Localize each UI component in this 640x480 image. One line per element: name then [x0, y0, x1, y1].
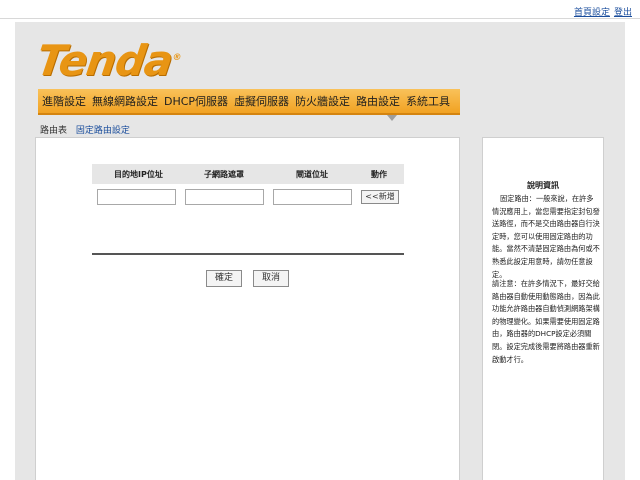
subnav-routing-table[interactable]: 路由表 — [40, 126, 67, 136]
destination-ip-input[interactable] — [97, 189, 176, 205]
logout-link[interactable]: 登出 — [614, 8, 632, 18]
header-gateway: 閘道位址 — [296, 169, 328, 179]
nav-system-tools[interactable]: 系統工具 — [406, 93, 450, 109]
table-divider — [92, 253, 404, 255]
nav-dhcp-server[interactable]: DHCP伺服器 — [164, 93, 228, 109]
nav-virtual-server[interactable]: 虛擬伺服器 — [234, 93, 289, 109]
registered-mark: ® — [171, 53, 182, 63]
main-nav: 進階設定 無線網路設定 DHCP伺服器 虛擬伺服器 防火牆設定 路由設定 系統工… — [38, 89, 460, 121]
cancel-button[interactable]: 取消 — [253, 270, 289, 287]
main-panel: 目的地IP位址 子網路遮罩 閘道位址 動作 <<新增 確定 取消 — [35, 137, 460, 480]
sub-nav: 路由表 固定路由設定 — [40, 123, 136, 136]
help-paragraph-static-route: 固定路由：一般來說，在許多情況應用上，當您需要指定封包發送路徑，而不是交由路由器… — [492, 194, 600, 279]
help-paragraph-note: 請注意：在許多情況下，最好交給路由器自動使用動態路由，因為此功能允許路由器自動偵… — [492, 279, 600, 364]
active-nav-pointer — [387, 115, 397, 121]
header-destination-ip: 目的地IP位址 — [114, 169, 163, 179]
help-panel: 說明資訊 固定路由：一般來說，在許多情況應用上，當您需要指定封包發送路徑，而不是… — [482, 137, 604, 480]
gateway-input[interactable] — [273, 189, 352, 205]
help-title: 說明資訊 — [527, 181, 559, 190]
route-table-header: 目的地IP位址 子網路遮罩 閘道位址 動作 — [92, 164, 404, 184]
tenda-logo: Tenda® — [34, 36, 184, 85]
add-route-button[interactable]: <<新增 — [361, 190, 399, 204]
top-divider — [0, 18, 640, 19]
home-settings-link[interactable]: 首頁設定 — [574, 8, 610, 18]
nav-wireless-settings[interactable]: 無線網路設定 — [92, 93, 158, 109]
nav-firewall-settings[interactable]: 防火牆設定 — [295, 93, 350, 109]
nav-advanced-settings[interactable]: 進階設定 — [42, 93, 86, 109]
subnet-mask-input[interactable] — [185, 189, 264, 205]
header-action: 動作 — [371, 169, 387, 179]
nav-routing-settings[interactable]: 路由設定 — [356, 93, 400, 109]
top-links: 首頁設定 登出 — [570, 5, 632, 18]
subnav-static-routing[interactable]: 固定路由設定 — [76, 126, 130, 136]
header-subnet-mask: 子網路遮罩 — [204, 169, 244, 179]
content-frame: Tenda® 進階設定 無線網路設定 DHCP伺服器 虛擬伺服器 防火牆設定 路… — [15, 22, 625, 480]
logo-text: Tenda — [33, 36, 176, 85]
ok-button[interactable]: 確定 — [206, 270, 242, 287]
